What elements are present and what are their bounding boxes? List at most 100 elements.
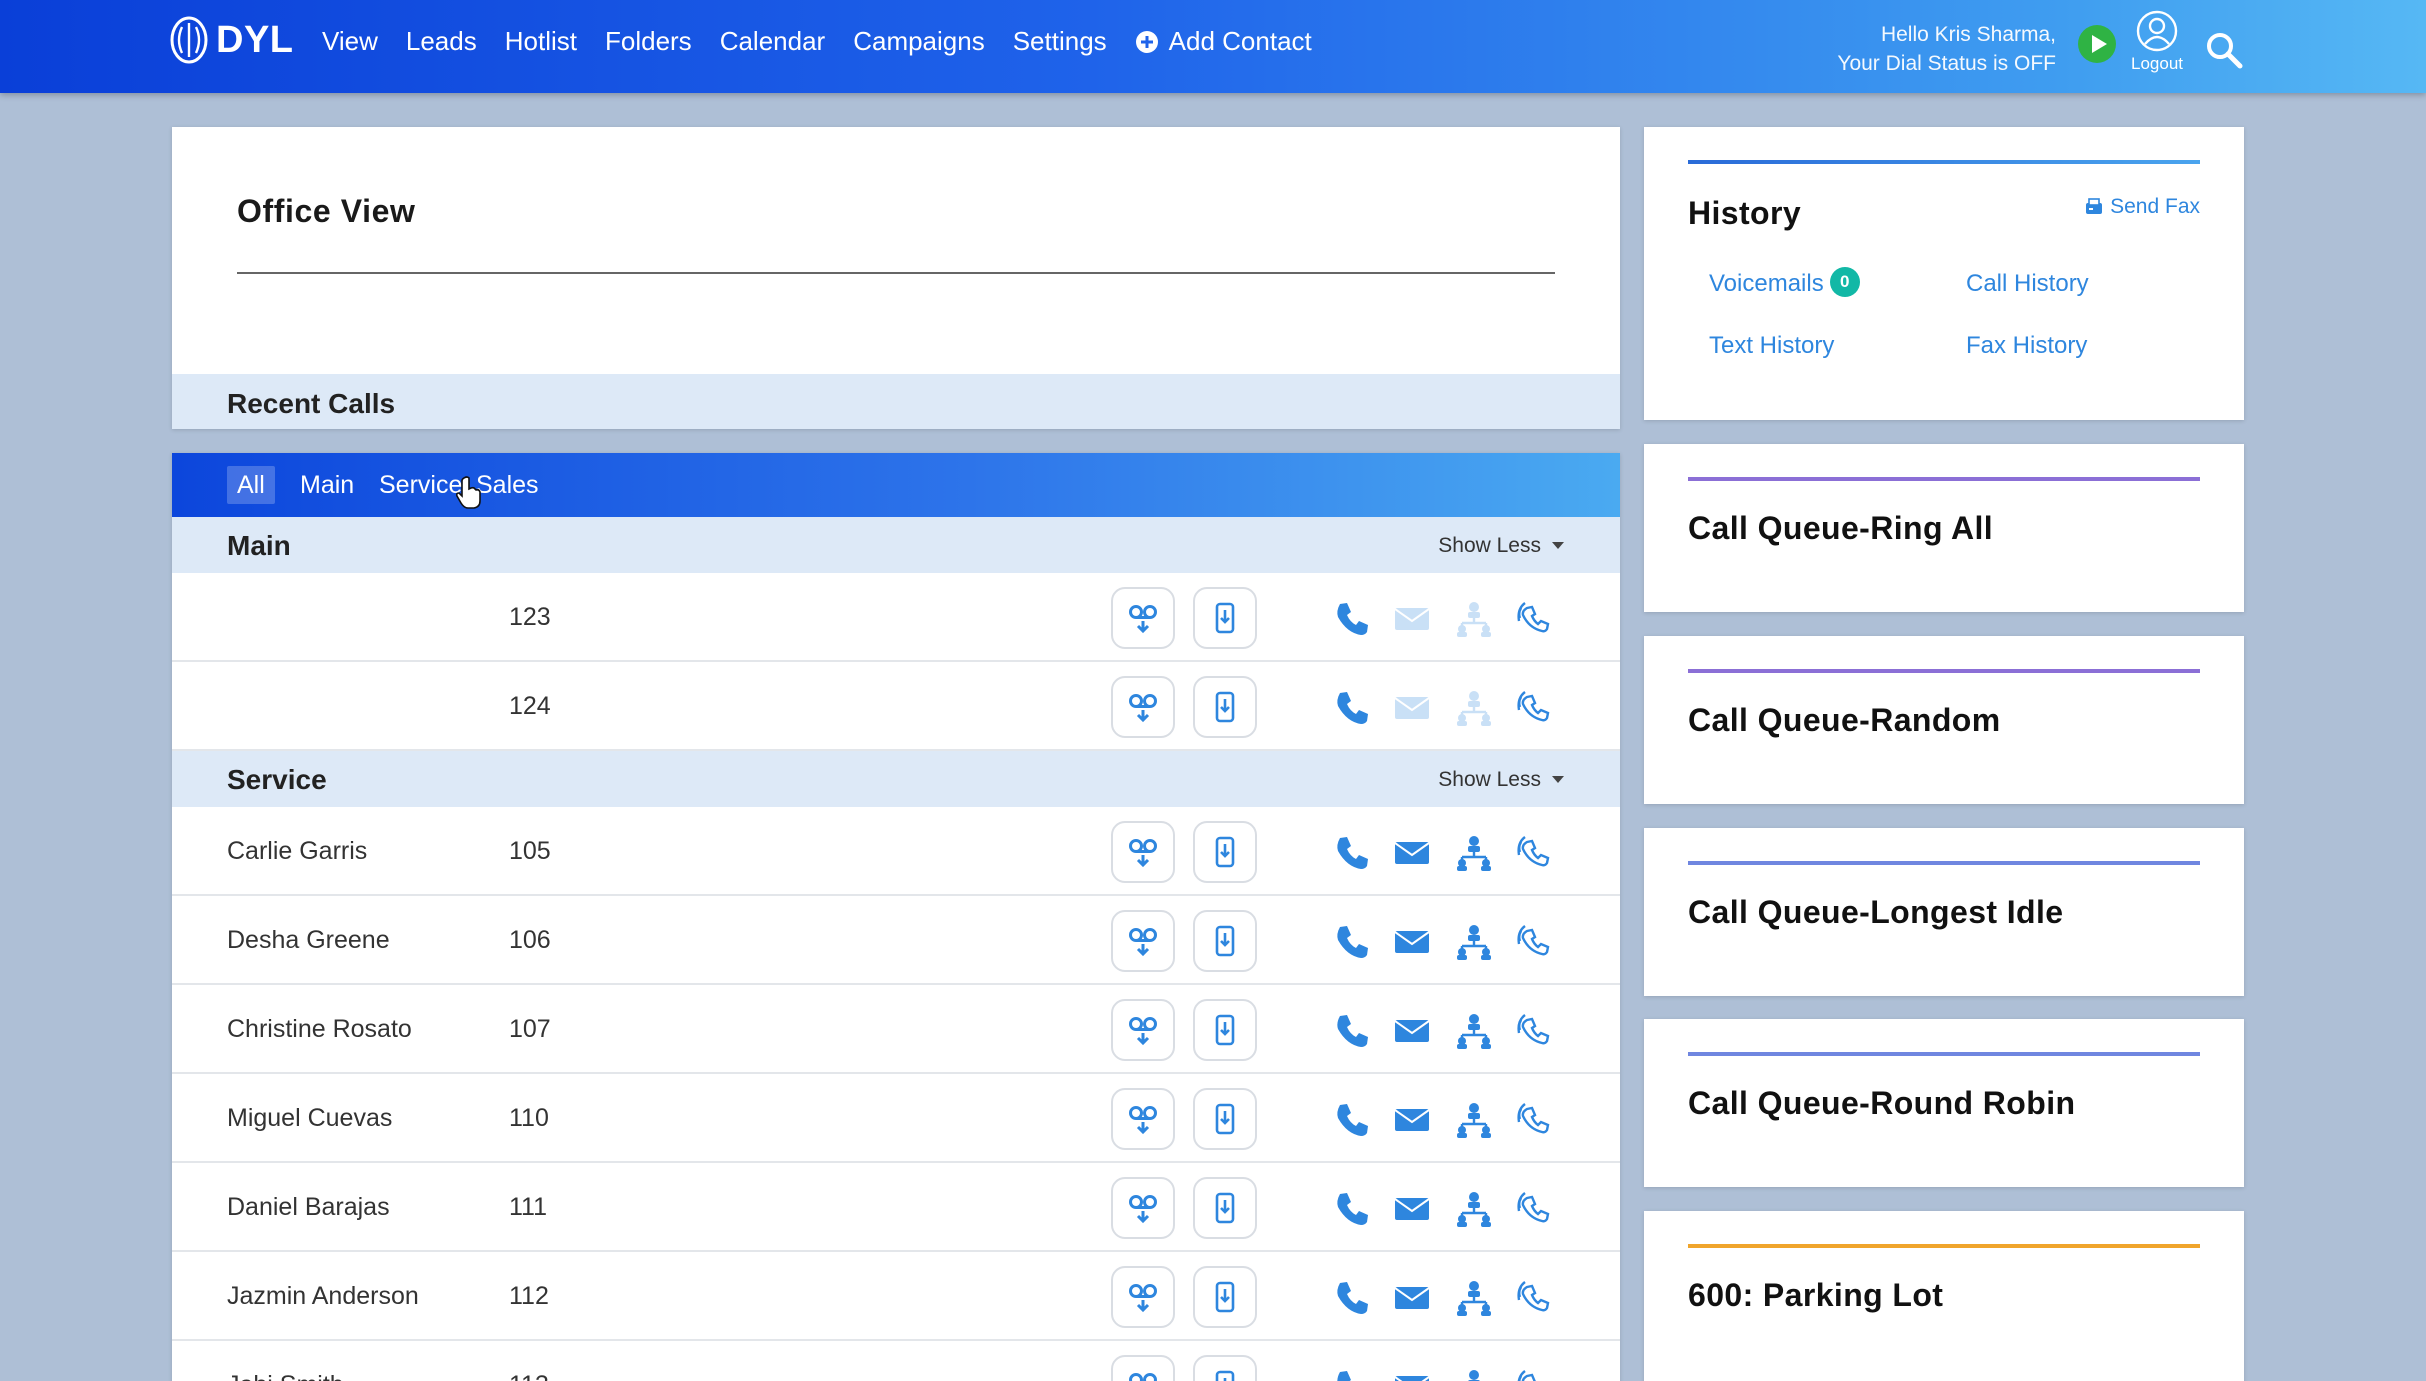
recent-calls-bar[interactable]: Recent Calls — [172, 374, 1620, 429]
extension-name: Miguel Cuevas — [227, 1104, 393, 1132]
card-accent-line — [1688, 861, 2200, 865]
mobile-transfer-icon — [1208, 601, 1242, 635]
show-less-toggle[interactable]: Show Less — [1438, 768, 1565, 792]
queue-card-round-robin[interactable]: Call Queue-Round Robin — [1644, 1019, 2244, 1187]
phone-icon[interactable] — [1332, 1278, 1372, 1318]
queue-card-longest-idle[interactable]: Call Queue-Longest Idle — [1644, 828, 2244, 996]
envelope-icon[interactable] — [1392, 1189, 1432, 1229]
phone-icon[interactable] — [1332, 833, 1372, 873]
phone-icon[interactable] — [1332, 688, 1372, 728]
org-chart-icon[interactable] — [1454, 688, 1494, 728]
envelope-icon[interactable] — [1392, 1367, 1432, 1381]
dyl-logo[interactable]: DYL — [168, 12, 294, 68]
filter-all[interactable]: All — [227, 466, 275, 504]
card-accent-line — [1688, 477, 2200, 481]
voicemail-transfer-button[interactable] — [1111, 999, 1175, 1061]
extension-row: Miguel Cuevas 110 — [172, 1074, 1620, 1163]
phone-icon[interactable] — [1332, 1367, 1372, 1381]
voicemail-transfer-icon — [1126, 835, 1160, 869]
send-fax-button[interactable]: Send Fax — [2084, 195, 2200, 219]
mobile-transfer-icon — [1208, 835, 1242, 869]
org-chart-icon[interactable] — [1454, 1100, 1494, 1140]
queue-title: Call Queue-Random — [1688, 702, 2001, 738]
fax-history-link[interactable]: Fax History — [1966, 332, 2087, 360]
caret-down-icon — [1552, 776, 1564, 783]
envelope-icon[interactable] — [1392, 833, 1432, 873]
nav-settings[interactable]: Settings — [1013, 26, 1107, 57]
envelope-icon[interactable] — [1392, 599, 1432, 639]
voicemail-transfer-button[interactable] — [1111, 1088, 1175, 1150]
envelope-icon[interactable] — [1392, 922, 1432, 962]
phone-icon[interactable] — [1332, 1011, 1372, 1051]
mobile-transfer-icon — [1208, 1369, 1242, 1381]
phone-listen-icon[interactable] — [1513, 599, 1553, 639]
mobile-transfer-button[interactable] — [1193, 1266, 1257, 1328]
mobile-transfer-button[interactable] — [1193, 999, 1257, 1061]
add-contact-button[interactable]: Add Contact — [1135, 26, 1312, 57]
phone-icon[interactable] — [1332, 922, 1372, 962]
mobile-transfer-button[interactable] — [1193, 1177, 1257, 1239]
voicemails-label: Voicemails — [1709, 270, 1824, 297]
voicemail-transfer-button[interactable] — [1111, 1177, 1175, 1239]
org-chart-icon[interactable] — [1454, 833, 1494, 873]
phone-listen-icon[interactable] — [1513, 1189, 1553, 1229]
voicemail-transfer-button[interactable] — [1111, 1355, 1175, 1381]
voicemail-transfer-button[interactable] — [1111, 587, 1175, 649]
nav-hotlist[interactable]: Hotlist — [505, 26, 577, 57]
phone-listen-icon[interactable] — [1513, 922, 1553, 962]
phone-listen-icon[interactable] — [1513, 1011, 1553, 1051]
phone-icon[interactable] — [1332, 599, 1372, 639]
text-history-link[interactable]: Text History — [1709, 332, 1834, 360]
dial-status: Hello Kris Sharma, Your Dial Status is O… — [1837, 20, 2056, 78]
queue-card-parking-lot[interactable]: 600: Parking Lot — [1644, 1211, 2244, 1381]
filter-main[interactable]: Main — [290, 466, 364, 504]
phone-icon[interactable] — [1332, 1189, 1372, 1229]
voicemail-transfer-button[interactable] — [1111, 821, 1175, 883]
extension-number: 107 — [509, 1015, 551, 1043]
show-less-toggle[interactable]: Show Less — [1438, 534, 1565, 558]
search-icon[interactable] — [2204, 30, 2244, 70]
org-chart-icon[interactable] — [1454, 1367, 1494, 1381]
org-chart-icon[interactable] — [1454, 1189, 1494, 1229]
play-icon[interactable] — [2077, 24, 2117, 64]
nav-calendar[interactable]: Calendar — [720, 26, 826, 57]
phone-listen-icon[interactable] — [1513, 1100, 1553, 1140]
org-chart-icon[interactable] — [1454, 1011, 1494, 1051]
phone-listen-icon[interactable] — [1513, 1278, 1553, 1318]
user-icon — [2136, 10, 2178, 52]
phone-listen-icon[interactable] — [1513, 1367, 1553, 1381]
nav-view[interactable]: View — [322, 26, 378, 57]
mobile-transfer-button[interactable] — [1193, 1088, 1257, 1150]
org-chart-icon[interactable] — [1454, 599, 1494, 639]
mobile-transfer-button[interactable] — [1193, 821, 1257, 883]
extensions-panel: All Main Service Sales Main Show Less 123 1… — [172, 453, 1620, 1381]
mobile-transfer-button[interactable] — [1193, 1355, 1257, 1381]
envelope-icon[interactable] — [1392, 1100, 1432, 1140]
nav-campaigns[interactable]: Campaigns — [853, 26, 985, 57]
logout-button[interactable]: Logout — [2130, 10, 2184, 74]
voicemail-transfer-button[interactable] — [1111, 1266, 1175, 1328]
phone-listen-icon[interactable] — [1513, 688, 1553, 728]
mobile-transfer-icon — [1208, 690, 1242, 724]
nav-folders[interactable]: Folders — [605, 26, 692, 57]
voicemail-transfer-button[interactable] — [1111, 676, 1175, 738]
mobile-transfer-button[interactable] — [1193, 910, 1257, 972]
extension-row: Carlie Garris 105 — [172, 807, 1620, 896]
extension-row: 124 — [172, 662, 1620, 751]
group-name: Service — [227, 764, 327, 795]
voicemails-link[interactable]: Voicemails 0 — [1709, 267, 1860, 298]
nav-leads[interactable]: Leads — [406, 26, 477, 57]
org-chart-icon[interactable] — [1454, 1278, 1494, 1318]
queue-card-random[interactable]: Call Queue-Random — [1644, 636, 2244, 804]
phone-listen-icon[interactable] — [1513, 833, 1553, 873]
queue-card-ring-all[interactable]: Call Queue-Ring All — [1644, 444, 2244, 612]
call-history-link[interactable]: Call History — [1966, 270, 2089, 298]
voicemail-transfer-button[interactable] — [1111, 910, 1175, 972]
org-chart-icon[interactable] — [1454, 922, 1494, 962]
mobile-transfer-button[interactable] — [1193, 676, 1257, 738]
envelope-icon[interactable] — [1392, 688, 1432, 728]
phone-icon[interactable] — [1332, 1100, 1372, 1140]
envelope-icon[interactable] — [1392, 1278, 1432, 1318]
mobile-transfer-button[interactable] — [1193, 587, 1257, 649]
envelope-icon[interactable] — [1392, 1011, 1432, 1051]
